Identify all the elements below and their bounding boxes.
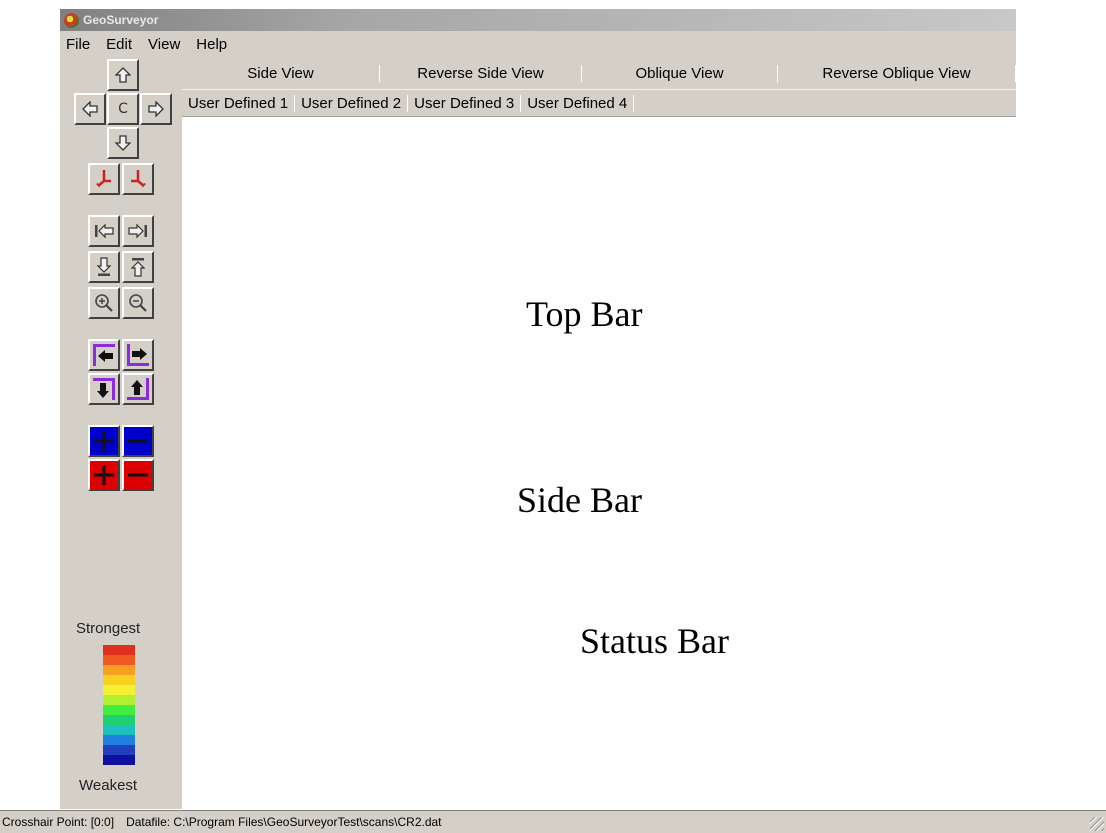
blue-plus-icon [90, 427, 118, 455]
pan-left-button[interactable] [74, 93, 106, 125]
scroll-bottom-button[interactable] [88, 251, 120, 283]
scroll-end-icon [128, 223, 147, 239]
red-plus-icon [90, 461, 118, 489]
status-bar: Crosshair Point: [0:0] Datafile: C:\Prog… [0, 810, 1106, 833]
tab-user-defined-2[interactable]: User Defined 2 [295, 94, 409, 112]
tab-reverse-side-view[interactable]: Reverse Side View [380, 64, 582, 82]
color-scale-swatch [103, 705, 135, 715]
shift-right-button[interactable] [122, 339, 154, 371]
color-scale-swatch [103, 675, 135, 685]
shift-down-button[interactable] [88, 373, 120, 405]
pan-left-icon [82, 101, 98, 117]
scroll-start-button[interactable] [88, 215, 120, 247]
scroll-end-button[interactable] [122, 215, 154, 247]
shift-down-icon [93, 378, 115, 400]
pan-down-icon [115, 135, 131, 151]
legend-strongest-label: Strongest [76, 620, 141, 637]
center-button[interactable]: C [107, 93, 139, 125]
color-scale-swatch [103, 645, 135, 655]
shift-left-icon [93, 344, 115, 366]
tilt-left-icon [96, 170, 111, 188]
menu-bar: File Edit View Help [60, 31, 1016, 58]
scroll-bottom-icon [96, 257, 112, 276]
shift-right-icon [127, 344, 149, 366]
color-scale-swatch [103, 695, 135, 705]
blue-plus-button[interactable] [88, 425, 120, 457]
menu-file[interactable]: File [66, 36, 90, 53]
window-title: GeoSurveyor [83, 13, 159, 27]
color-scale-swatch [103, 745, 135, 755]
app-window: GeoSurveyor File Edit View Help C Strong… [60, 9, 1016, 809]
menu-edit[interactable]: Edit [106, 36, 132, 53]
zoom-out-button[interactable] [122, 287, 154, 319]
side-bar: C Strongest Weakest [60, 57, 182, 809]
color-scale-swatch [103, 665, 135, 675]
blue-minus-button[interactable] [122, 425, 154, 457]
signal-color-scale [103, 645, 135, 775]
pan-right-button[interactable] [140, 93, 172, 125]
resize-grip-icon[interactable] [1090, 817, 1104, 831]
overlay-top-bar: Top Bar [526, 294, 643, 334]
pan-down-button[interactable] [107, 127, 139, 159]
tab-user-defined-4[interactable]: User Defined 4 [521, 94, 635, 112]
red-minus-button[interactable] [122, 459, 154, 491]
status-datafile: Datafile: C:\Program Files\GeoSurveyorTe… [126, 815, 442, 829]
tilt-right-icon [131, 170, 146, 188]
center-label: C [118, 101, 128, 117]
shift-up-button[interactable] [122, 373, 154, 405]
pan-up-icon [115, 67, 131, 83]
view-canvas[interactable]: Top Bar Side Bar Status Bar [182, 117, 1016, 809]
red-minus-icon [124, 461, 152, 489]
tab-oblique-view[interactable]: Oblique View [582, 64, 778, 82]
shift-up-icon [127, 378, 149, 400]
overlay-status-bar: Status Bar [580, 621, 729, 661]
menu-view[interactable]: View [148, 36, 180, 53]
pan-right-icon [148, 101, 164, 117]
app-logo-icon [64, 12, 79, 28]
view-tabs: Side View Reverse Side View Oblique View… [182, 57, 1016, 90]
color-scale-swatch [103, 735, 135, 745]
title-bar: GeoSurveyor [60, 9, 1016, 31]
zoom-out-icon [129, 294, 147, 312]
legend-weakest-label: Weakest [79, 777, 138, 794]
scroll-top-button[interactable] [122, 251, 154, 283]
color-scale-swatch [103, 715, 135, 725]
menu-help[interactable]: Help [196, 36, 227, 53]
color-scale-swatch [103, 755, 135, 765]
scroll-start-icon [95, 223, 114, 239]
shift-left-button[interactable] [88, 339, 120, 371]
tab-reverse-oblique-view[interactable]: Reverse Oblique View [778, 64, 1016, 82]
zoom-in-icon [95, 294, 113, 312]
tab-user-defined-1[interactable]: User Defined 1 [182, 94, 296, 112]
overlay-side-bar: Side Bar [517, 480, 642, 520]
color-scale-swatch [103, 725, 135, 735]
user-defined-tabs: User Defined 1 User Defined 2 User Defin… [182, 90, 1016, 117]
tilt-left-button[interactable] [88, 163, 120, 195]
color-scale-swatch [103, 685, 135, 695]
status-crosshair: Crosshair Point: [0:0] [2, 815, 115, 829]
tab-user-defined-3[interactable]: User Defined 3 [408, 94, 522, 112]
scroll-top-icon [130, 258, 146, 277]
red-plus-button[interactable] [88, 459, 120, 491]
tab-side-view[interactable]: Side View [182, 64, 380, 82]
tilt-right-button[interactable] [122, 163, 154, 195]
pan-up-button[interactable] [107, 59, 139, 91]
zoom-in-button[interactable] [88, 287, 120, 319]
blue-minus-icon [124, 427, 152, 455]
color-scale-swatch [103, 655, 135, 665]
